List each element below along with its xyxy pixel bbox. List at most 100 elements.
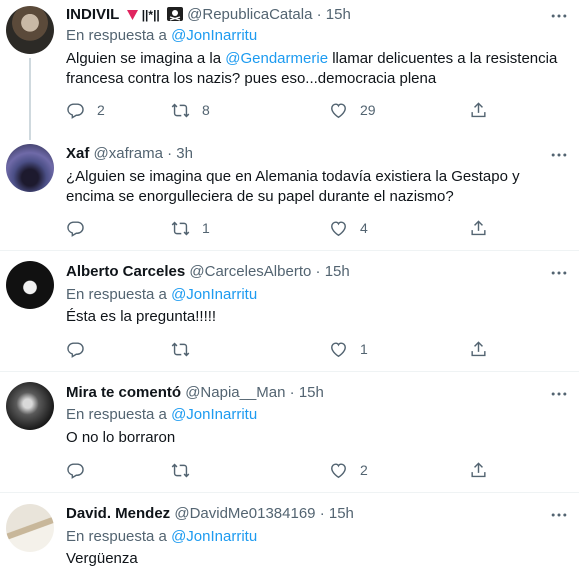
tweet-david-mendez[interactable]: David. Mendez @DavidMe01384169 · 15h En … bbox=[0, 493, 579, 570]
like-button[interactable]: 2 bbox=[329, 460, 368, 480]
reply-to-mention[interactable]: @JonInarritu bbox=[171, 286, 257, 303]
user-handle[interactable]: @RepublicaCatala bbox=[187, 6, 312, 23]
like-button[interactable]: 1 bbox=[329, 339, 368, 359]
tweet-indivil[interactable]: INDIVIL ||*|| @RepublicaCatala · 15h En … bbox=[0, 0, 579, 140]
user-name[interactable]: David. Mendez bbox=[66, 505, 170, 522]
timestamp[interactable]: 3h bbox=[176, 145, 193, 162]
tweet-header: INDIVIL ||*|| @RepublicaCatala · 15h bbox=[66, 5, 351, 25]
action-bar: 1 bbox=[66, 339, 490, 359]
heart-icon bbox=[329, 461, 348, 480]
reply-prefix: En respuesta a bbox=[66, 528, 167, 545]
share-icon bbox=[469, 219, 488, 238]
tweet-text: Ésta es la pregunta!!!!! bbox=[66, 308, 217, 325]
like-count: 4 bbox=[360, 220, 368, 236]
avatar[interactable] bbox=[6, 504, 54, 552]
reply-count: 2 bbox=[97, 102, 105, 118]
separator-dot: · bbox=[316, 6, 322, 23]
reply-context: En respuesta a @JonInarritu bbox=[66, 405, 257, 425]
separator-dot: · bbox=[167, 145, 173, 162]
red-triangle-icon bbox=[126, 10, 138, 20]
timestamp[interactable]: 15h bbox=[329, 505, 354, 522]
avatar[interactable] bbox=[6, 6, 54, 54]
share-icon bbox=[469, 101, 488, 120]
share-icon bbox=[469, 461, 488, 480]
share-button[interactable] bbox=[469, 339, 488, 359]
reply-button[interactable] bbox=[66, 460, 97, 480]
retweet-button[interactable] bbox=[171, 339, 202, 359]
user-handle[interactable]: @DavidMe01384169 bbox=[174, 505, 315, 522]
share-button[interactable] bbox=[469, 100, 488, 120]
reply-button[interactable] bbox=[66, 339, 97, 359]
reply-prefix: En respuesta a bbox=[66, 406, 167, 423]
reply-to-mention[interactable]: @JonInarritu bbox=[171, 406, 257, 423]
tweet-text: ¿Alguien se imagina que en Alemania toda… bbox=[66, 168, 520, 205]
thread-line bbox=[29, 58, 31, 140]
tweet-header: Xaf @xaframa · 3h bbox=[66, 144, 193, 164]
user-name-suffix: ||*|| bbox=[141, 8, 160, 22]
like-count: 2 bbox=[360, 462, 368, 478]
tweet-mira-te-comento[interactable]: Mira te comentó @Napia__Man · 15h En res… bbox=[0, 372, 579, 492]
reply-prefix: En respuesta a bbox=[66, 286, 167, 303]
like-count: 29 bbox=[360, 102, 376, 118]
heart-icon bbox=[329, 101, 348, 120]
retweet-button[interactable] bbox=[171, 460, 202, 480]
timestamp[interactable]: 15h bbox=[299, 384, 324, 401]
tweet-text: Alguien se imagina a la @Gendarmerie lla… bbox=[66, 49, 566, 89]
heart-icon bbox=[329, 340, 348, 359]
more-icon[interactable] bbox=[549, 6, 569, 26]
like-button[interactable]: 29 bbox=[329, 100, 376, 120]
tweet-header: Alberto Carceles @CarcelesAlberto · 15h bbox=[66, 262, 350, 282]
action-bar: 1 4 bbox=[66, 218, 490, 238]
reply-button[interactable] bbox=[66, 218, 97, 238]
reply-to-mention[interactable]: @JonInarritu bbox=[171, 27, 257, 44]
user-name[interactable]: Xaf bbox=[66, 145, 89, 162]
timestamp[interactable]: 15h bbox=[325, 263, 350, 280]
retweet-button[interactable]: 8 bbox=[171, 100, 210, 120]
like-button[interactable]: 4 bbox=[329, 218, 368, 238]
tweet-xaf[interactable]: Xaf @xaframa · 3h ¿Alguien se imagina qu… bbox=[0, 140, 579, 250]
avatar[interactable] bbox=[6, 382, 54, 430]
retweet-icon bbox=[171, 340, 190, 359]
more-icon[interactable] bbox=[549, 145, 569, 165]
user-name[interactable]: INDIVIL bbox=[66, 6, 119, 23]
reply-context: En respuesta a @JonInarritu bbox=[66, 26, 257, 46]
retweet-button[interactable]: 1 bbox=[171, 218, 210, 238]
share-button[interactable] bbox=[469, 218, 488, 238]
like-count: 1 bbox=[360, 341, 368, 357]
user-handle[interactable]: @xaframa bbox=[94, 145, 163, 162]
reply-icon bbox=[66, 101, 85, 120]
retweet-icon bbox=[171, 219, 190, 238]
more-icon[interactable] bbox=[549, 505, 569, 525]
action-bar: 2 bbox=[66, 460, 490, 480]
share-icon bbox=[469, 340, 488, 359]
reply-icon bbox=[66, 461, 85, 480]
more-icon[interactable] bbox=[549, 263, 569, 283]
user-name[interactable]: Alberto Carceles bbox=[66, 263, 185, 280]
user-name[interactable]: Mira te comentó bbox=[66, 384, 181, 401]
reply-button[interactable]: 2 bbox=[66, 100, 105, 120]
retweet-icon bbox=[171, 461, 190, 480]
more-icon[interactable] bbox=[549, 384, 569, 404]
separator-dot: · bbox=[289, 384, 295, 401]
tweet-header: Mira te comentó @Napia__Man · 15h bbox=[66, 383, 324, 403]
user-handle[interactable]: @CarcelesAlberto bbox=[189, 263, 311, 280]
avatar[interactable] bbox=[6, 261, 54, 309]
separator-dot: · bbox=[315, 263, 321, 280]
reply-context: En respuesta a @JonInarritu bbox=[66, 527, 257, 547]
action-bar: 2 8 29 bbox=[66, 100, 490, 120]
tweet-header: David. Mendez @DavidMe01384169 · 15h bbox=[66, 504, 354, 524]
avatar[interactable] bbox=[6, 144, 54, 192]
retweet-count: 8 bbox=[202, 102, 210, 118]
tweet-text: Vergüenza bbox=[66, 550, 138, 567]
reply-to-mention[interactable]: @JonInarritu bbox=[171, 528, 257, 545]
mention-link[interactable]: @Gendarmerie bbox=[225, 50, 328, 67]
retweet-count: 1 bbox=[202, 220, 210, 236]
separator-dot: · bbox=[319, 505, 325, 522]
tweet-text-part: Alguien se imagina a la bbox=[66, 50, 226, 67]
reply-prefix: En respuesta a bbox=[66, 27, 167, 44]
tweet-alberto-carceles[interactable]: Alberto Carceles @CarcelesAlberto · 15h … bbox=[0, 251, 579, 371]
reply-icon bbox=[66, 219, 85, 238]
user-handle[interactable]: @Napia__Man bbox=[185, 384, 285, 401]
share-button[interactable] bbox=[469, 460, 488, 480]
timestamp[interactable]: 15h bbox=[326, 6, 351, 23]
